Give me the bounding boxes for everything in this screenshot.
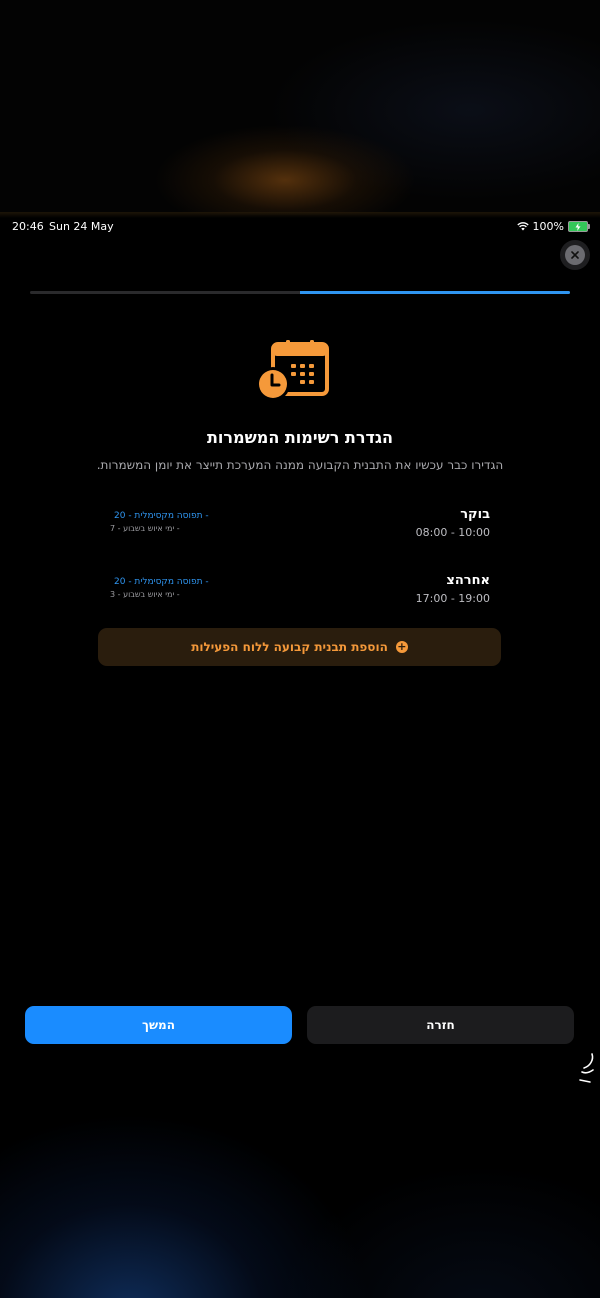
back-button[interactable]: חזרה <box>307 1006 574 1044</box>
status-indicators: 100% <box>516 220 590 233</box>
bottom-background-glow <box>0 1075 600 1298</box>
status-date: Sun 24 May <box>49 220 114 233</box>
close-icon <box>565 245 585 265</box>
progress-bar-fill <box>300 291 570 294</box>
shift-staffing-days: - ימי איוש בשבוע - 7 <box>110 524 180 533</box>
plus-circle-icon: + <box>395 640 408 653</box>
status-bar: 20:46 Sun 24 May 100% <box>0 216 600 238</box>
continue-button[interactable]: המשך <box>25 1006 292 1044</box>
shift-row-afternoon[interactable]: אחרהצ 17:00 - 19:00 - תפוסה מקסימלית - 2… <box>100 573 500 623</box>
add-template-label: הוספת תבנית קבועה ללוח הפעילות <box>191 640 388 654</box>
calendar-clock-icon <box>257 340 329 401</box>
shift-time: 17:00 - 19:00 <box>415 592 490 605</box>
shift-time: 08:00 - 10:00 <box>415 526 490 539</box>
shift-staffing-days: - ימי איוש בשבוע - 3 <box>110 590 180 599</box>
page-title: הגדרת רשימות המשמרות <box>206 428 394 447</box>
wifi-icon <box>516 222 529 231</box>
battery-percent: 100% <box>532 220 564 233</box>
battery-charging-icon <box>568 221 590 232</box>
status-time: 20:46 <box>12 220 44 233</box>
shift-max-capacity: - תפוסה מקסימלית - 20 <box>114 577 209 587</box>
scroll-indicator-icon <box>579 1053 594 1083</box>
close-button[interactable] <box>560 240 590 270</box>
shift-max-capacity: - תפוסה מקסימלית - 20 <box>114 511 209 521</box>
back-label: חזרה <box>426 1018 455 1032</box>
top-background-glow <box>0 0 600 215</box>
shift-row-morning[interactable]: בוקר 08:00 - 10:00 - תפוסה מקסימלית - 20… <box>100 507 500 557</box>
add-template-button[interactable]: + הוספת תבנית קבועה ללוח הפעילות <box>98 628 501 666</box>
continue-label: המשך <box>142 1018 175 1032</box>
page-subtitle: הגדירו כבר עכשיו את התבנית הקבועה ממנה ה… <box>96 458 504 472</box>
shift-name: אחרהצ <box>446 573 490 588</box>
shift-name: בוקר <box>460 507 490 522</box>
progress-bar <box>30 291 570 294</box>
